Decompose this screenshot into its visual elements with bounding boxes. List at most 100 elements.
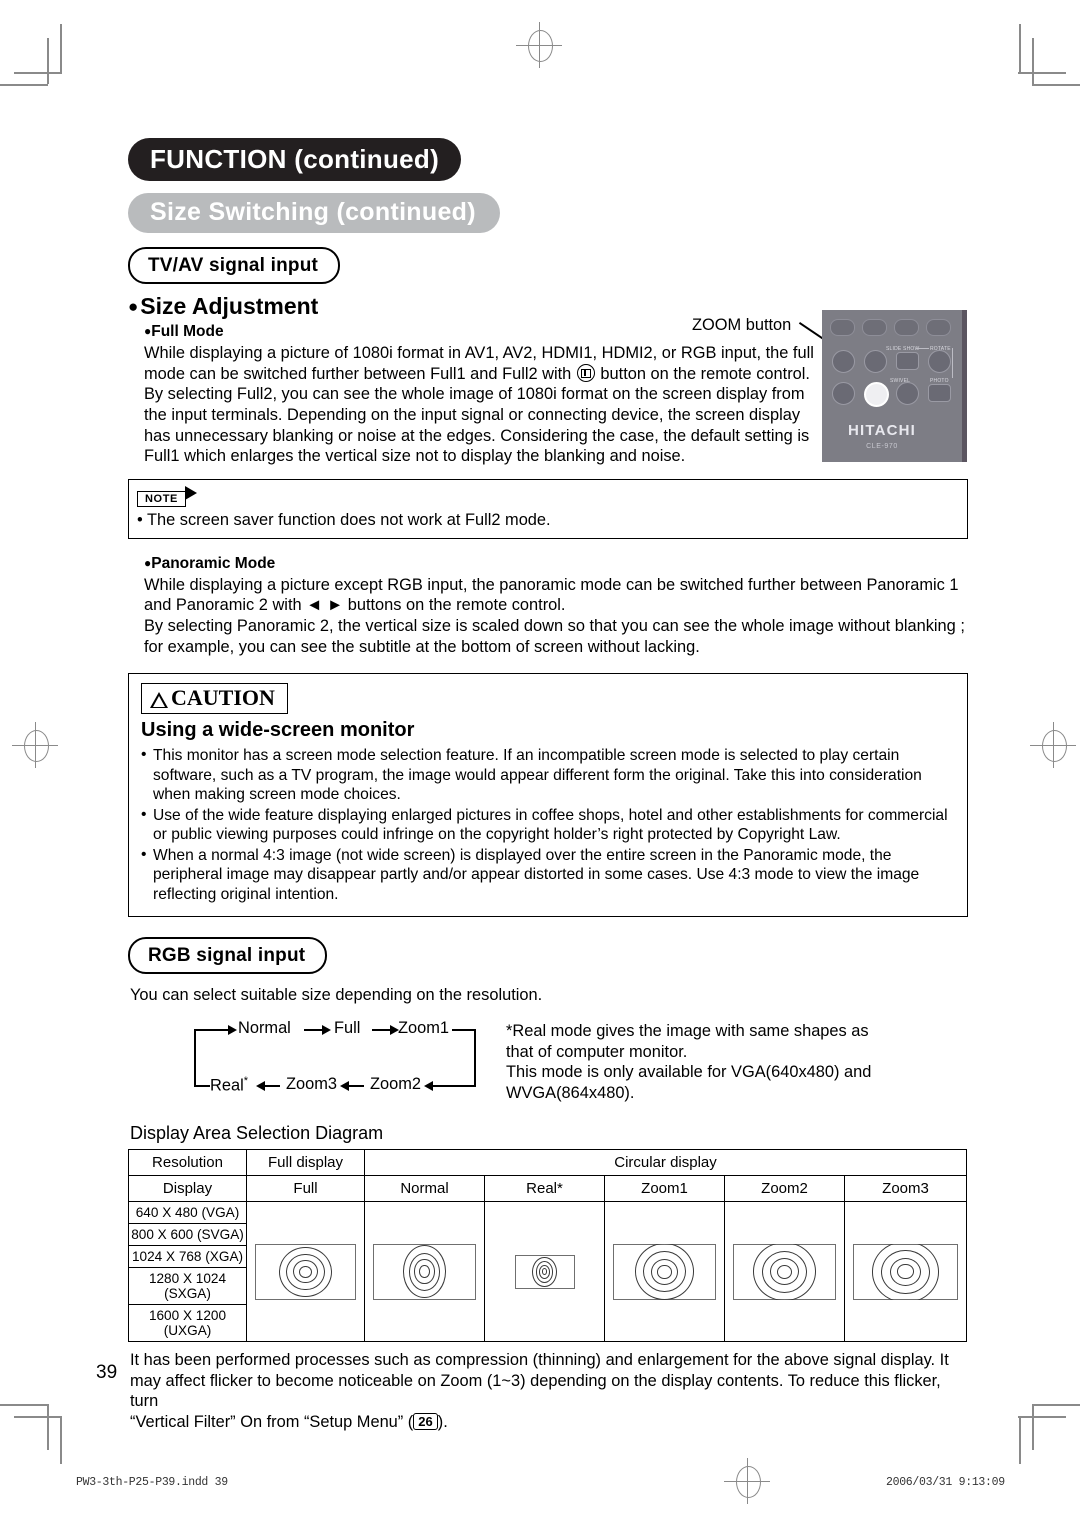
caution-bullet-3-text: When a normal 4:3 image (not wide screen… [153, 846, 920, 903]
th-normal: Normal [364, 1175, 485, 1203]
th-zoom2: Zoom2 [724, 1175, 845, 1203]
warning-triangle-icon [150, 692, 168, 709]
td-diagram-zoom1 [604, 1201, 725, 1343]
remote-brand-label: HITACHI [847, 422, 917, 439]
registration-mark-top [516, 22, 562, 68]
remote-model-label: CLE-970 [866, 443, 898, 450]
bullet-icon-1: • [141, 746, 147, 764]
table-row: 640 X 480 (VGA) [128, 1201, 968, 1343]
remote-button-photo [928, 384, 951, 402]
caution-bullet-2-text: Use of the wide feature displaying enlar… [153, 806, 948, 844]
td-diagram-zoom3 [843, 1201, 968, 1343]
rgb-signal-pill: RGB signal input [128, 923, 968, 975]
rgb-signal-label: RGB signal input [128, 937, 328, 975]
note-label: NOTE [137, 490, 186, 507]
closing-paragraph: It has been performed processes such as … [130, 1350, 968, 1432]
page-number: 39 [96, 1362, 118, 1383]
tvav-signal-label: TV/AV signal input [128, 247, 341, 284]
flow-label-full: Full [334, 1019, 361, 1038]
panoramic-mode-heading-text: Panoramic Mode [151, 554, 276, 572]
flow-chain: Normal Full Zoom1 Real* Zoom3 Zoom2 [186, 1019, 486, 1105]
td-resolution-svga: 800 X 600 (SVGA) [128, 1223, 247, 1247]
remote-button-rotate [928, 350, 951, 373]
registration-mark-left [12, 722, 58, 768]
full-mode-heading-text: Full Mode [151, 323, 224, 341]
remote-top-button-4 [926, 319, 951, 336]
th-zoom3: Zoom3 [843, 1175, 968, 1203]
full-mode-line-2: mode can be switched further between Ful… [144, 364, 576, 383]
remote-button-picture-mode [832, 350, 855, 373]
registration-mark-bottom [724, 1458, 770, 1504]
full-mode-line-3: button on the remote control. [595, 364, 810, 383]
th-full-display: Full display [246, 1149, 365, 1177]
note-box: NOTE • The screen saver function does no… [128, 478, 968, 539]
table-title: Display Area Selection Diagram [130, 1123, 384, 1144]
table-header-row-1: Resolution Full display Circular display [128, 1149, 968, 1177]
display-area-selection-table: Resolution Full display Circular display… [128, 1149, 968, 1343]
closing-line-4: ). [437, 1413, 448, 1432]
th-circular-display: Circular display [363, 1149, 968, 1177]
remote-button-swivel [896, 382, 919, 405]
bullet-icon-2: • [141, 805, 147, 823]
th-display: Display [128, 1175, 247, 1203]
td-diagram-normal [364, 1201, 485, 1343]
panoramic-line-4: for example, you can see the subtitle at… [144, 637, 700, 656]
full-mode-line-1: While displaying a picture of 1080i form… [144, 344, 814, 363]
panoramic-line-2: and Panoramic 2 with ◄ ► buttons on the … [144, 596, 566, 615]
full-mode-line-7: Full1 which enlarges the vertical size n… [144, 447, 686, 466]
flow-label-zoom2: Zoom2 [370, 1075, 422, 1094]
rgb-note-line-4: WVGA(864x480). [506, 1084, 635, 1103]
flow-label-real: Real* [210, 1075, 248, 1095]
panoramic-line-1: While displaying a picture except RGB in… [144, 575, 959, 594]
section-title-text: FUNCTION (continued) [128, 138, 462, 181]
flow-label-real-text: Real [210, 1076, 244, 1095]
remote-button-zoom[interactable] [864, 382, 889, 407]
caution-bullet-1: • This monitor has a screen mode selectio… [141, 746, 955, 805]
closing-line-3: “Vertical Filter” On from “Setup Menu” ( [130, 1413, 414, 1432]
panoramic-mode-heading: ●Panoramic Mode [144, 555, 968, 573]
remote-bracket-line-top [916, 348, 929, 349]
print-footer-right: 2006/03/31 9:13:09 [886, 1476, 1005, 1489]
caution-subtitle: Using a wide-screen monitor [141, 719, 415, 742]
remote-button-slide-show [896, 352, 919, 370]
remote-top-button-2 [862, 319, 887, 336]
remote-top-button-3 [894, 319, 919, 336]
remote-control-illustration: SLIDE SHOW ROTATE SWIVEL PHOTO HITACHI C… [812, 310, 968, 466]
td-diagram-real [484, 1201, 605, 1343]
th-zoom1: Zoom1 [604, 1175, 725, 1203]
caution-box: CAUTION Using a wide-screen monitor • Thi… [128, 673, 968, 918]
td-resolution-sxga: 1280 X 1024 (SXGA) [128, 1267, 247, 1306]
panoramic-mode-paragraph: While displaying a picture except RGB in… [144, 575, 968, 657]
flow-label-zoom1: Zoom1 [398, 1019, 450, 1038]
remote-top-button-1 [830, 319, 855, 336]
size-adjustment-heading-text: Size Adjustment [140, 293, 319, 319]
flow-label-zoom3: Zoom3 [286, 1075, 338, 1094]
remote-side-edge [962, 310, 967, 462]
caution-bullet-2: • Use of the wide feature displaying enla… [141, 806, 955, 845]
zoom-button-callout-label: ZOOM button [692, 316, 792, 334]
manual-page: FUNCTION (continued) Size Switching (con… [0, 0, 1080, 1528]
td-diagram-zoom2 [724, 1201, 845, 1343]
table-header-row-2: Display Full Normal Real* Zoom1 Zoom2 Zo… [128, 1175, 968, 1203]
rgb-mode-flow-diagram: Normal Full Zoom1 Real* Zoom3 Zoom2 *Rea… [128, 1019, 968, 1105]
bullet-icon-3: • [141, 845, 147, 863]
note-text: • The screen saver function does not wor… [137, 510, 551, 529]
th-real: Real* [484, 1175, 605, 1203]
print-footer-left: PW3-3th-P25-P39.indd 39 [76, 1476, 228, 1489]
section-title-banner: FUNCTION (continued) [128, 138, 968, 181]
caution-header: CAUTION [141, 683, 288, 715]
caution-bullet-list: • This monitor has a screen mode selectio… [141, 746, 955, 904]
rgb-note-line-1: *Real mode gives the image with same sha… [506, 1022, 869, 1041]
rgb-intro-text: You can select suitable size depending o… [130, 986, 543, 1005]
registration-mark-right [1030, 722, 1076, 768]
note-arrow-icon [184, 485, 197, 500]
caution-bullet-1-text: This monitor has a screen mode selection… [153, 747, 922, 804]
closing-line-2: may affect flicker to become noticeable … [130, 1371, 941, 1411]
closing-line-1: It has been performed processes such as … [130, 1351, 949, 1370]
caution-title: CAUTION [171, 685, 275, 711]
td-resolution-uxga: 1600 X 1200 (UXGA) [128, 1304, 247, 1343]
subsection-title-banner: Size Switching (continued) [128, 181, 968, 233]
page-reference-badge: 26 [413, 1413, 438, 1431]
zoom-button-glyph-icon [576, 363, 595, 382]
td-resolution-vga: 640 X 480 (VGA) [128, 1201, 247, 1225]
